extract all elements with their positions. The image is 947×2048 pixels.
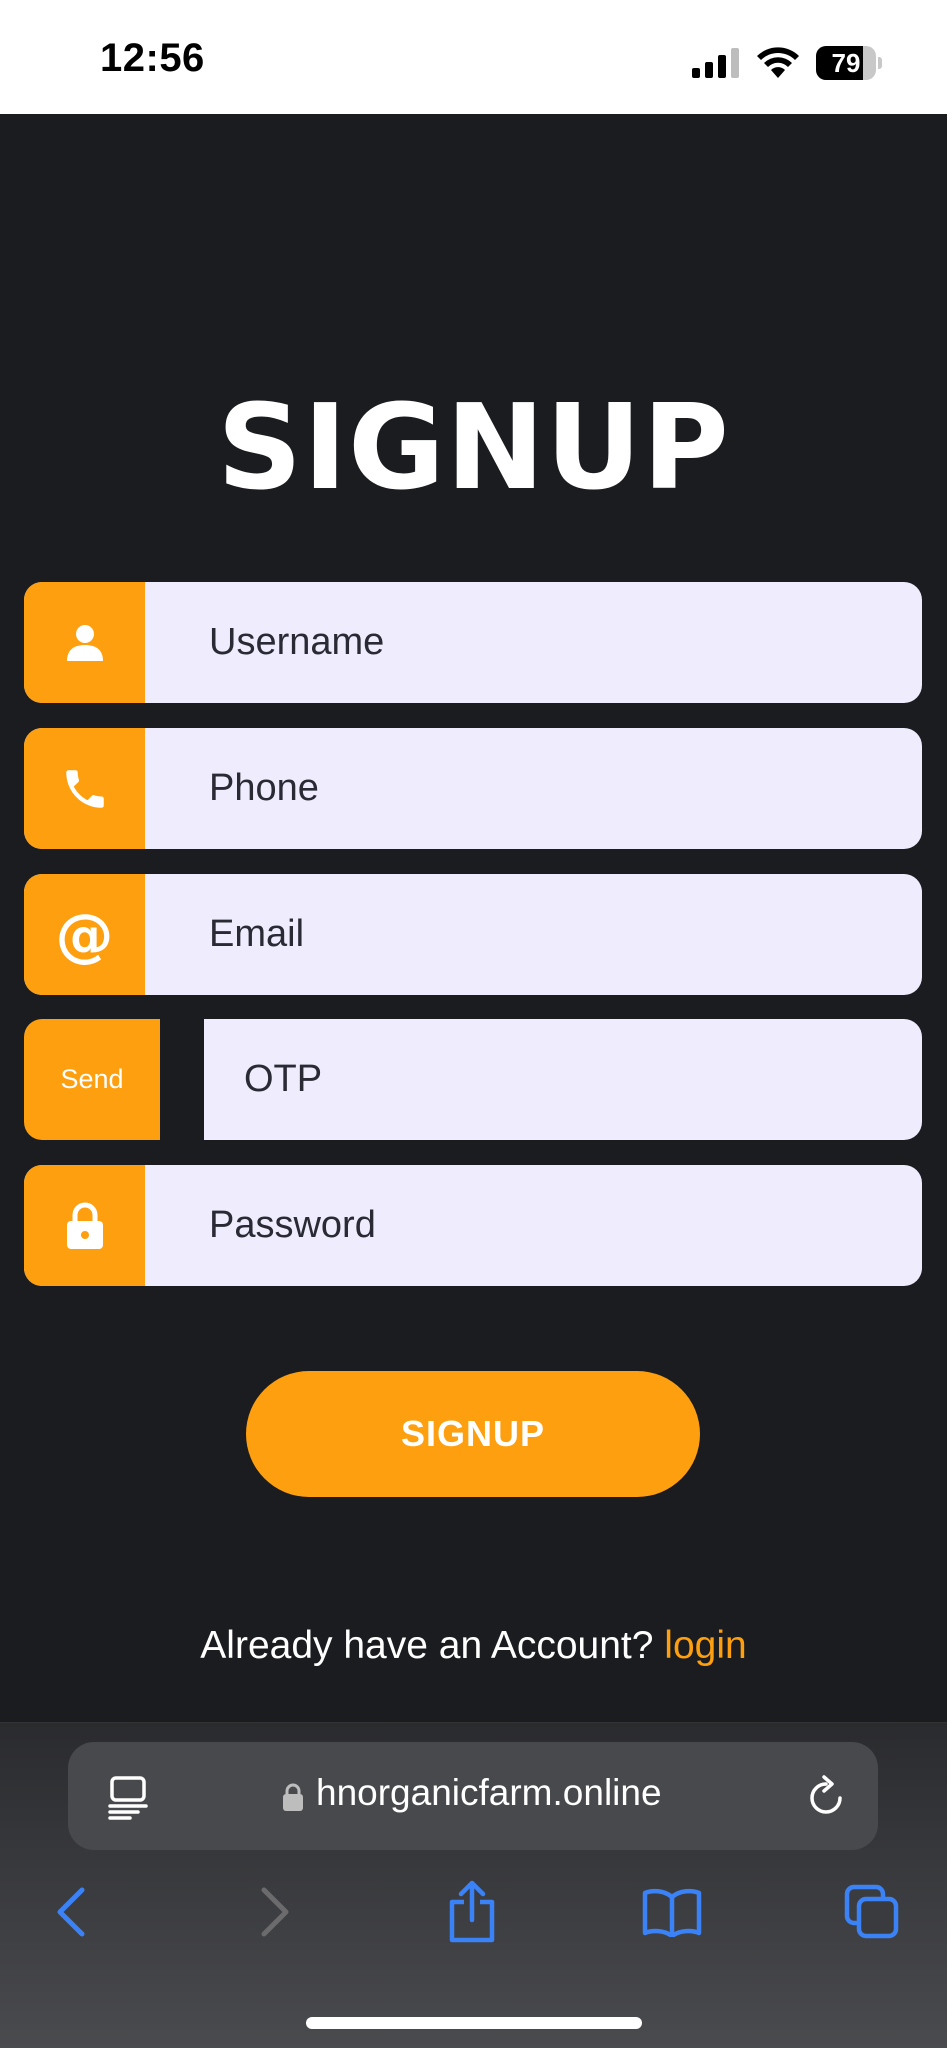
url-text[interactable]: hnorganicfarm.online: [316, 1772, 662, 1814]
at-icon: @: [24, 874, 145, 995]
safari-toolbar: [0, 1870, 947, 1970]
send-otp-button[interactable]: Send: [24, 1019, 160, 1140]
login-link[interactable]: login: [664, 1624, 746, 1667]
reader-icon[interactable]: [108, 1776, 148, 1820]
signup-button[interactable]: SIGNUP: [246, 1371, 700, 1497]
home-indicator[interactable]: [306, 2017, 642, 2029]
username-field: [24, 582, 922, 703]
phone-input[interactable]: [145, 728, 922, 849]
bookmarks-icon[interactable]: [642, 1882, 702, 1942]
page-title: SIGNUP: [217, 378, 730, 516]
address-bar[interactable]: hnorganicfarm.online: [68, 1742, 878, 1850]
login-prompt-text: Already have an Account?: [200, 1624, 665, 1667]
tabs-icon[interactable]: [842, 1882, 902, 1942]
share-icon[interactable]: [442, 1880, 502, 1943]
user-icon: [24, 582, 145, 703]
password-field: [24, 1165, 922, 1286]
otp-row: Send: [24, 1019, 922, 1140]
url-lock-icon: [283, 1783, 303, 1811]
wifi-icon: [757, 47, 799, 78]
phone-icon: [24, 728, 145, 849]
otp-field: [204, 1019, 922, 1140]
password-input[interactable]: [145, 1165, 922, 1286]
username-input[interactable]: [145, 582, 922, 703]
email-input[interactable]: [145, 874, 922, 995]
login-prompt: Already have an Account? login: [0, 1624, 947, 1668]
phone-field: [24, 728, 922, 849]
status-time: 12:56: [100, 36, 205, 80]
cellular-signal-icon: [692, 48, 739, 78]
otp-input[interactable]: [204, 1019, 922, 1140]
battery-icon: 79: [816, 46, 882, 80]
battery-level: 79: [831, 48, 861, 78]
status-bar: 12:56 79: [0, 0, 947, 114]
email-field: @: [24, 874, 922, 995]
lock-icon: [24, 1165, 145, 1286]
forward-icon[interactable]: [244, 1882, 304, 1942]
back-icon[interactable]: [42, 1882, 102, 1942]
reload-icon[interactable]: [804, 1774, 848, 1818]
